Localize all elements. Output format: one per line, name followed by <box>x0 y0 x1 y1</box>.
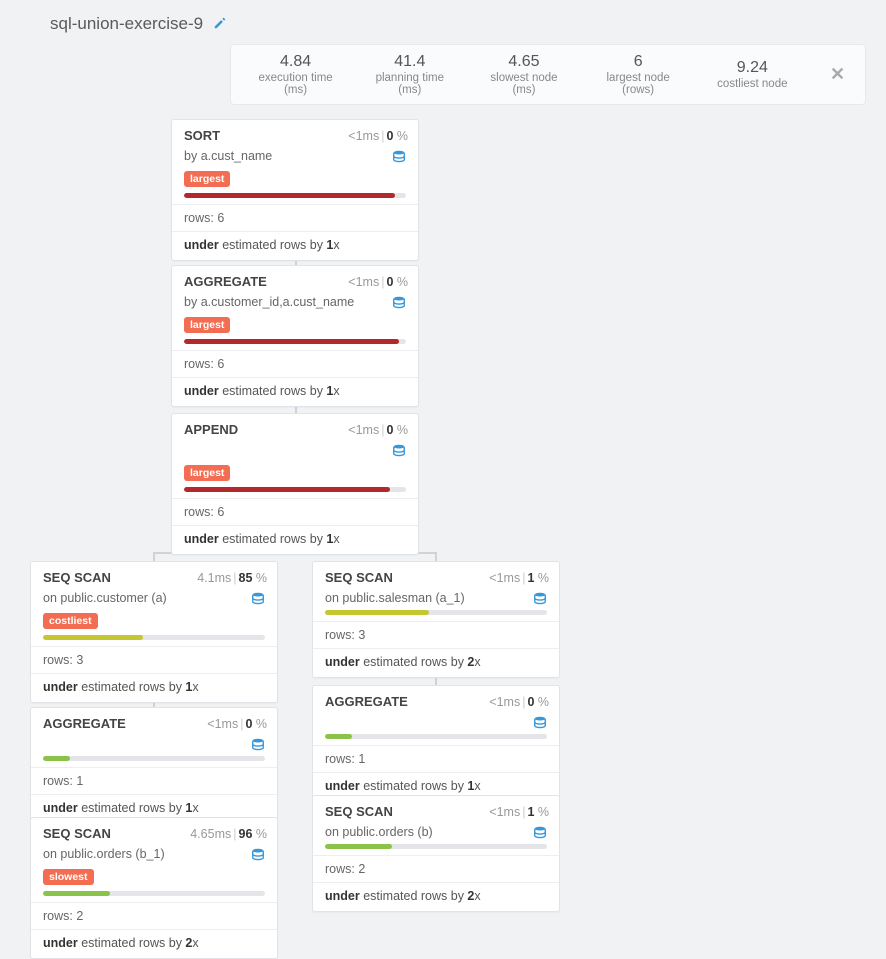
node-metrics: <1ms|0 % <box>207 717 267 731</box>
stat-slowest-node: 4.65 slowest node (ms) <box>479 53 568 96</box>
estimate-line: under estimated rows by 1x <box>172 232 418 260</box>
plan-node-seqscan[interactable]: SEQ SCAN 4.1ms|85 % on public.customer (… <box>30 561 278 703</box>
plan-node-seqscan[interactable]: SEQ SCAN <1ms|1 % on public.salesman (a_… <box>312 561 560 678</box>
progress-bar <box>325 844 392 849</box>
database-icon[interactable] <box>533 715 547 730</box>
progress-bar <box>43 635 143 640</box>
progress-bar <box>43 756 70 761</box>
estimate-line: under estimated rows by 2x <box>31 930 277 958</box>
rows-line: rows: 1 <box>313 746 559 772</box>
node-subtitle: by a.cust_name <box>184 149 386 163</box>
rows-line: rows: 3 <box>31 647 277 673</box>
page-title: sql-union-exercise-9 <box>50 14 203 34</box>
plan-node-aggregate[interactable]: AGGREGATE <1ms|0 % rows: 1 under estimat… <box>312 685 560 802</box>
estimate-line: under estimated rows by 2x <box>313 649 559 677</box>
node-metrics: 4.65ms|96 % <box>190 827 267 841</box>
progress-bar <box>325 734 352 739</box>
node-metrics: 4.1ms|85 % <box>197 571 267 585</box>
node-title: SEQ SCAN <box>43 570 111 585</box>
node-metrics: <1ms|0 % <box>348 423 408 437</box>
estimate-line: under estimated rows by 1x <box>31 674 277 702</box>
tag-largest: largest <box>184 465 230 481</box>
database-icon[interactable] <box>533 591 547 606</box>
edit-icon[interactable] <box>213 16 227 33</box>
rows-line: rows: 6 <box>172 499 418 525</box>
plan-node-aggregate[interactable]: AGGREGATE <1ms|0 % by a.customer_id,a.cu… <box>171 265 419 407</box>
plan-node-seqscan[interactable]: SEQ SCAN 4.65ms|96 % on public.orders (b… <box>30 817 278 959</box>
rows-line: rows: 2 <box>313 856 559 882</box>
node-metrics: <1ms|0 % <box>348 129 408 143</box>
node-title: APPEND <box>184 422 238 437</box>
plan-node-append[interactable]: APPEND <1ms|0 % largest rows: 6 under es… <box>171 413 419 555</box>
node-title: SEQ SCAN <box>43 826 111 841</box>
progress-bar <box>325 610 429 615</box>
rows-line: rows: 6 <box>172 351 418 377</box>
node-title: SEQ SCAN <box>325 804 393 819</box>
database-icon[interactable] <box>251 737 265 752</box>
estimate-line: under estimated rows by 2x <box>313 883 559 911</box>
close-icon[interactable]: ✕ <box>822 64 845 85</box>
tag-slowest: slowest <box>43 869 94 885</box>
rows-line: rows: 2 <box>31 903 277 929</box>
stats-bar: 4.84 execution time (ms) 41.4 planning t… <box>230 44 866 105</box>
database-icon[interactable] <box>392 149 406 164</box>
database-icon[interactable] <box>533 825 547 840</box>
stat-planning-time: 41.4 planning time (ms) <box>365 53 454 96</box>
node-title: AGGREGATE <box>325 694 408 709</box>
plan-node-sort[interactable]: SORT <1ms|0 % by a.cust_name largest row… <box>171 119 419 261</box>
node-subtitle: on public.salesman (a_1) <box>325 591 527 605</box>
node-subtitle: by a.customer_id,a.cust_name <box>184 295 386 309</box>
node-title: SEQ SCAN <box>325 570 393 585</box>
node-subtitle: on public.orders (b) <box>325 825 527 839</box>
database-icon[interactable] <box>251 847 265 862</box>
node-title: SORT <box>184 128 220 143</box>
progress-bar <box>43 891 110 896</box>
estimate-line: under estimated rows by 1x <box>172 378 418 406</box>
tag-costliest: costliest <box>43 613 98 629</box>
node-subtitle: on public.customer (a) <box>43 591 245 605</box>
node-metrics: <1ms|1 % <box>489 571 549 585</box>
progress-bar <box>184 487 390 492</box>
database-icon[interactable] <box>251 591 265 606</box>
node-subtitle: on public.orders (b_1) <box>43 847 245 861</box>
stat-costliest-node: 9.24 costliest node <box>708 59 797 90</box>
database-icon[interactable] <box>392 295 406 310</box>
rows-line: rows: 1 <box>31 768 277 794</box>
database-icon[interactable] <box>392 443 406 458</box>
progress-bar <box>184 339 399 344</box>
node-title: AGGREGATE <box>184 274 267 289</box>
node-metrics: <1ms|0 % <box>489 695 549 709</box>
node-title: AGGREGATE <box>43 716 126 731</box>
page-header: sql-union-exercise-9 <box>50 14 866 34</box>
node-metrics: <1ms|0 % <box>348 275 408 289</box>
tag-largest: largest <box>184 171 230 187</box>
tag-largest: largest <box>184 317 230 333</box>
plan-node-seqscan[interactable]: SEQ SCAN <1ms|1 % on public.orders (b) r… <box>312 795 560 912</box>
rows-line: rows: 3 <box>313 622 559 648</box>
node-metrics: <1ms|1 % <box>489 805 549 819</box>
stat-largest-node: 6 largest node (rows) <box>594 53 683 96</box>
stat-execution-time: 4.84 execution time (ms) <box>251 53 340 96</box>
estimate-line: under estimated rows by 1x <box>172 526 418 554</box>
plan-node-aggregate[interactable]: AGGREGATE <1ms|0 % rows: 1 under estimat… <box>30 707 278 824</box>
plan-tree: SORT <1ms|0 % by a.cust_name largest row… <box>20 119 866 929</box>
rows-line: rows: 6 <box>172 205 418 231</box>
progress-bar <box>184 193 395 198</box>
